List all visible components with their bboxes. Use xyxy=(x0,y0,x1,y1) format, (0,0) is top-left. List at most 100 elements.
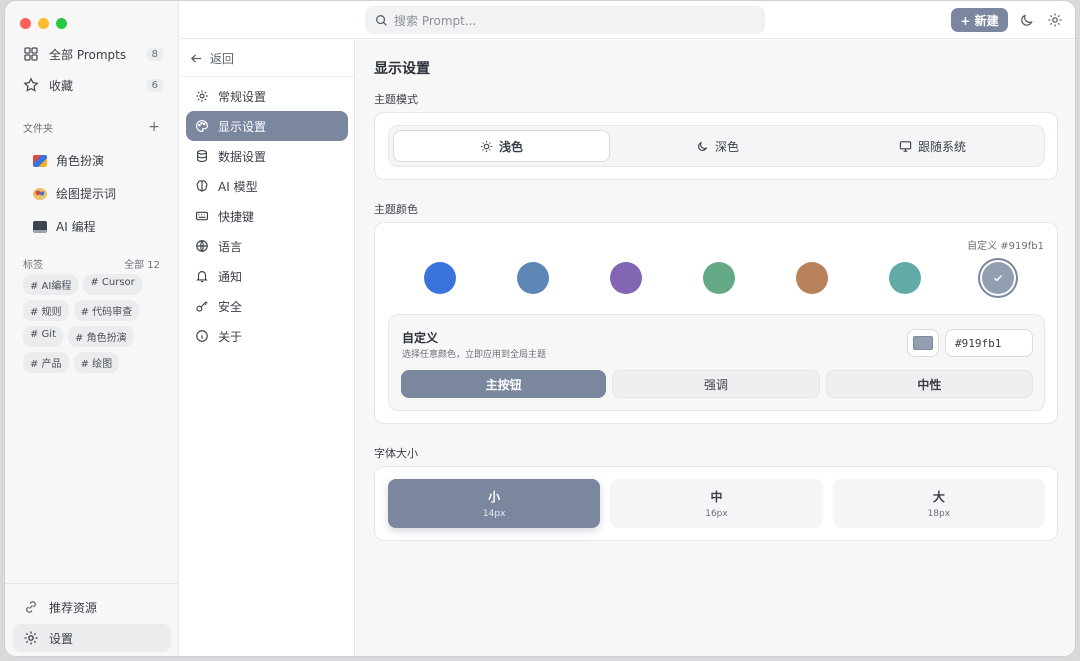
tags-all-link[interactable]: 全部 12 xyxy=(124,256,160,271)
sidebar-footer xyxy=(5,583,178,584)
keyboard-icon xyxy=(196,211,208,221)
maximize-window-button[interactable] xyxy=(56,18,67,29)
color-swatch-blue[interactable] xyxy=(424,262,456,294)
tag-chip[interactable]: # 绘图 xyxy=(73,352,120,373)
new-prompt-button[interactable]: + 新建 xyxy=(951,8,1008,32)
theme-system-button[interactable]: 跟随系统 xyxy=(825,130,1040,162)
hex-color-input[interactable]: #919fb1 xyxy=(945,329,1033,357)
tag-chip[interactable]: # Git xyxy=(23,326,64,347)
gear-icon[interactable] xyxy=(1047,12,1063,28)
color-preview-chip xyxy=(913,336,933,350)
sun-icon xyxy=(480,140,493,152)
folder-item[interactable]: AI 编程 xyxy=(33,218,96,235)
app-window: 全部 Prompts 8 收藏 6 文件夹 + 角色扮演 绘图提示词 AI 编程… xyxy=(4,0,1076,657)
theme-mode-label: 深色 xyxy=(714,139,739,154)
tag-chip[interactable]: # 代码审查 xyxy=(73,300,140,321)
settings-item-label: 快捷键 xyxy=(218,209,255,224)
sidebar-item-favorites[interactable]: 收藏 6 xyxy=(13,72,171,98)
settings-item-notifications[interactable]: 通知 xyxy=(186,261,348,291)
custom-color-description: 选择任意颜色，立即应用到全局主题 xyxy=(402,350,547,360)
close-window-button[interactable] xyxy=(20,18,31,29)
preview-accent-button[interactable]: 强调 xyxy=(612,370,820,398)
back-button[interactable]: 返回 xyxy=(190,50,234,67)
settings-item-label: 常规设置 xyxy=(218,89,267,104)
font-size-card: 小 14px 中 16px 大 18px xyxy=(374,466,1058,541)
moon-icon xyxy=(698,141,708,151)
masks-icon xyxy=(33,154,47,167)
sidebar-item-all-prompts[interactable]: 全部 Prompts 8 xyxy=(13,41,171,67)
font-size-medium-option[interactable]: 中 16px xyxy=(610,479,823,528)
settings-item-shortcuts[interactable]: 快捷键 xyxy=(186,201,348,231)
settings-item-label: 通知 xyxy=(218,269,243,284)
color-swatch-steel[interactable] xyxy=(517,262,549,294)
color-swatch-teal[interactable] xyxy=(889,262,921,294)
grid-icon xyxy=(24,47,38,61)
tag-chip[interactable]: # AI编程 xyxy=(23,274,79,295)
tags-heading: 标签 xyxy=(23,260,43,271)
settings-item-ai-model[interactable]: AI 模型 xyxy=(186,171,348,201)
palette-icon xyxy=(196,120,208,132)
back-label: 返回 xyxy=(210,52,235,66)
settings-item-data[interactable]: 数据设置 xyxy=(186,141,348,171)
folder-label: 绘图提示词 xyxy=(56,187,117,201)
tag-chip[interactable]: # 角色扮演 xyxy=(68,326,134,347)
preview-buttons: 主按钮 强调 中性 xyxy=(401,370,1033,398)
settings-item-label: 关于 xyxy=(218,329,243,344)
theme-mode-label: 浅色 xyxy=(498,139,523,154)
gear-icon xyxy=(196,90,208,102)
folder-item[interactable]: 角色扮演 xyxy=(33,152,104,169)
check-icon xyxy=(994,275,1003,282)
globe-icon xyxy=(196,240,208,252)
font-size-value: 14px xyxy=(482,509,506,519)
color-swatch-purple[interactable] xyxy=(610,262,642,294)
font-size-small-option[interactable]: 小 14px xyxy=(388,479,601,528)
font-size-label: 字体大小 xyxy=(374,447,418,460)
color-picker-button[interactable] xyxy=(907,329,939,357)
theme-light-button[interactable]: 浅色 xyxy=(393,130,610,162)
color-swatch-brown[interactable] xyxy=(796,262,828,294)
settings-item-general[interactable]: 常规设置 xyxy=(186,81,348,111)
divider xyxy=(180,76,354,77)
search-icon xyxy=(376,14,387,26)
search-input[interactable]: 搜索 Prompt... xyxy=(365,6,765,34)
tag-chip[interactable]: # 规则 xyxy=(23,300,69,321)
custom-color-panel: 自定义 选择任意颜色，立即应用到全局主题 #919fb1 主按钮 强调 中性 xyxy=(388,314,1045,411)
font-size-large-option[interactable]: 大 18px xyxy=(832,479,1045,528)
settings-nav: 返回 常规设置 显示设置 数据设置 AI 模型 快捷键 语言 通知 安全 关于 xyxy=(180,40,355,656)
tag-chip[interactable]: # 产品 xyxy=(23,352,69,373)
search-placeholder: 搜索 Prompt... xyxy=(394,13,477,28)
star-icon xyxy=(23,77,39,92)
font-size-name: 中 xyxy=(710,490,723,504)
settings-item-label: 语言 xyxy=(218,239,243,254)
key-icon xyxy=(196,301,208,312)
settings-item-security[interactable]: 安全 xyxy=(186,291,348,321)
arrow-left-icon xyxy=(190,54,202,63)
moon-icon[interactable] xyxy=(1019,12,1035,28)
preview-neutral-button[interactable]: 中性 xyxy=(825,370,1033,398)
folder-label: AI 编程 xyxy=(56,220,96,234)
color-swatch-green[interactable] xyxy=(703,262,735,294)
settings-item-about[interactable]: 关于 xyxy=(186,321,348,351)
tag-list: # AI编程 # Cursor # 规则 # 代码审查 # Git # 角色扮演… xyxy=(23,274,169,373)
color-swatch-custom[interactable] xyxy=(982,262,1014,294)
link-icon xyxy=(26,601,36,613)
settings-item-label: 数据设置 xyxy=(218,149,267,164)
sidebar-item-settings[interactable]: 设置 xyxy=(13,624,171,652)
add-folder-button[interactable]: + xyxy=(148,119,160,135)
count-badge: 6 xyxy=(146,78,163,92)
folder-item[interactable]: 绘图提示词 xyxy=(33,185,116,202)
settings-item-label: AI 模型 xyxy=(218,179,258,194)
font-size-name: 大 xyxy=(932,490,945,504)
theme-mode-label: 跟随系统 xyxy=(917,139,966,154)
palette-icon xyxy=(33,187,47,200)
gear-icon xyxy=(24,631,38,645)
theme-dark-button[interactable]: 深色 xyxy=(610,130,825,162)
preview-primary-button[interactable]: 主按钮 xyxy=(401,370,607,398)
settings-item-display[interactable]: 显示设置 xyxy=(186,111,348,141)
page-title: 显示设置 xyxy=(374,61,430,77)
minimize-window-button[interactable] xyxy=(38,18,49,29)
tag-chip[interactable]: # Cursor xyxy=(83,274,142,295)
settings-item-language[interactable]: 语言 xyxy=(186,231,348,261)
bell-icon xyxy=(196,271,208,283)
sidebar-item-resources[interactable]: 推荐资源 xyxy=(13,594,171,620)
